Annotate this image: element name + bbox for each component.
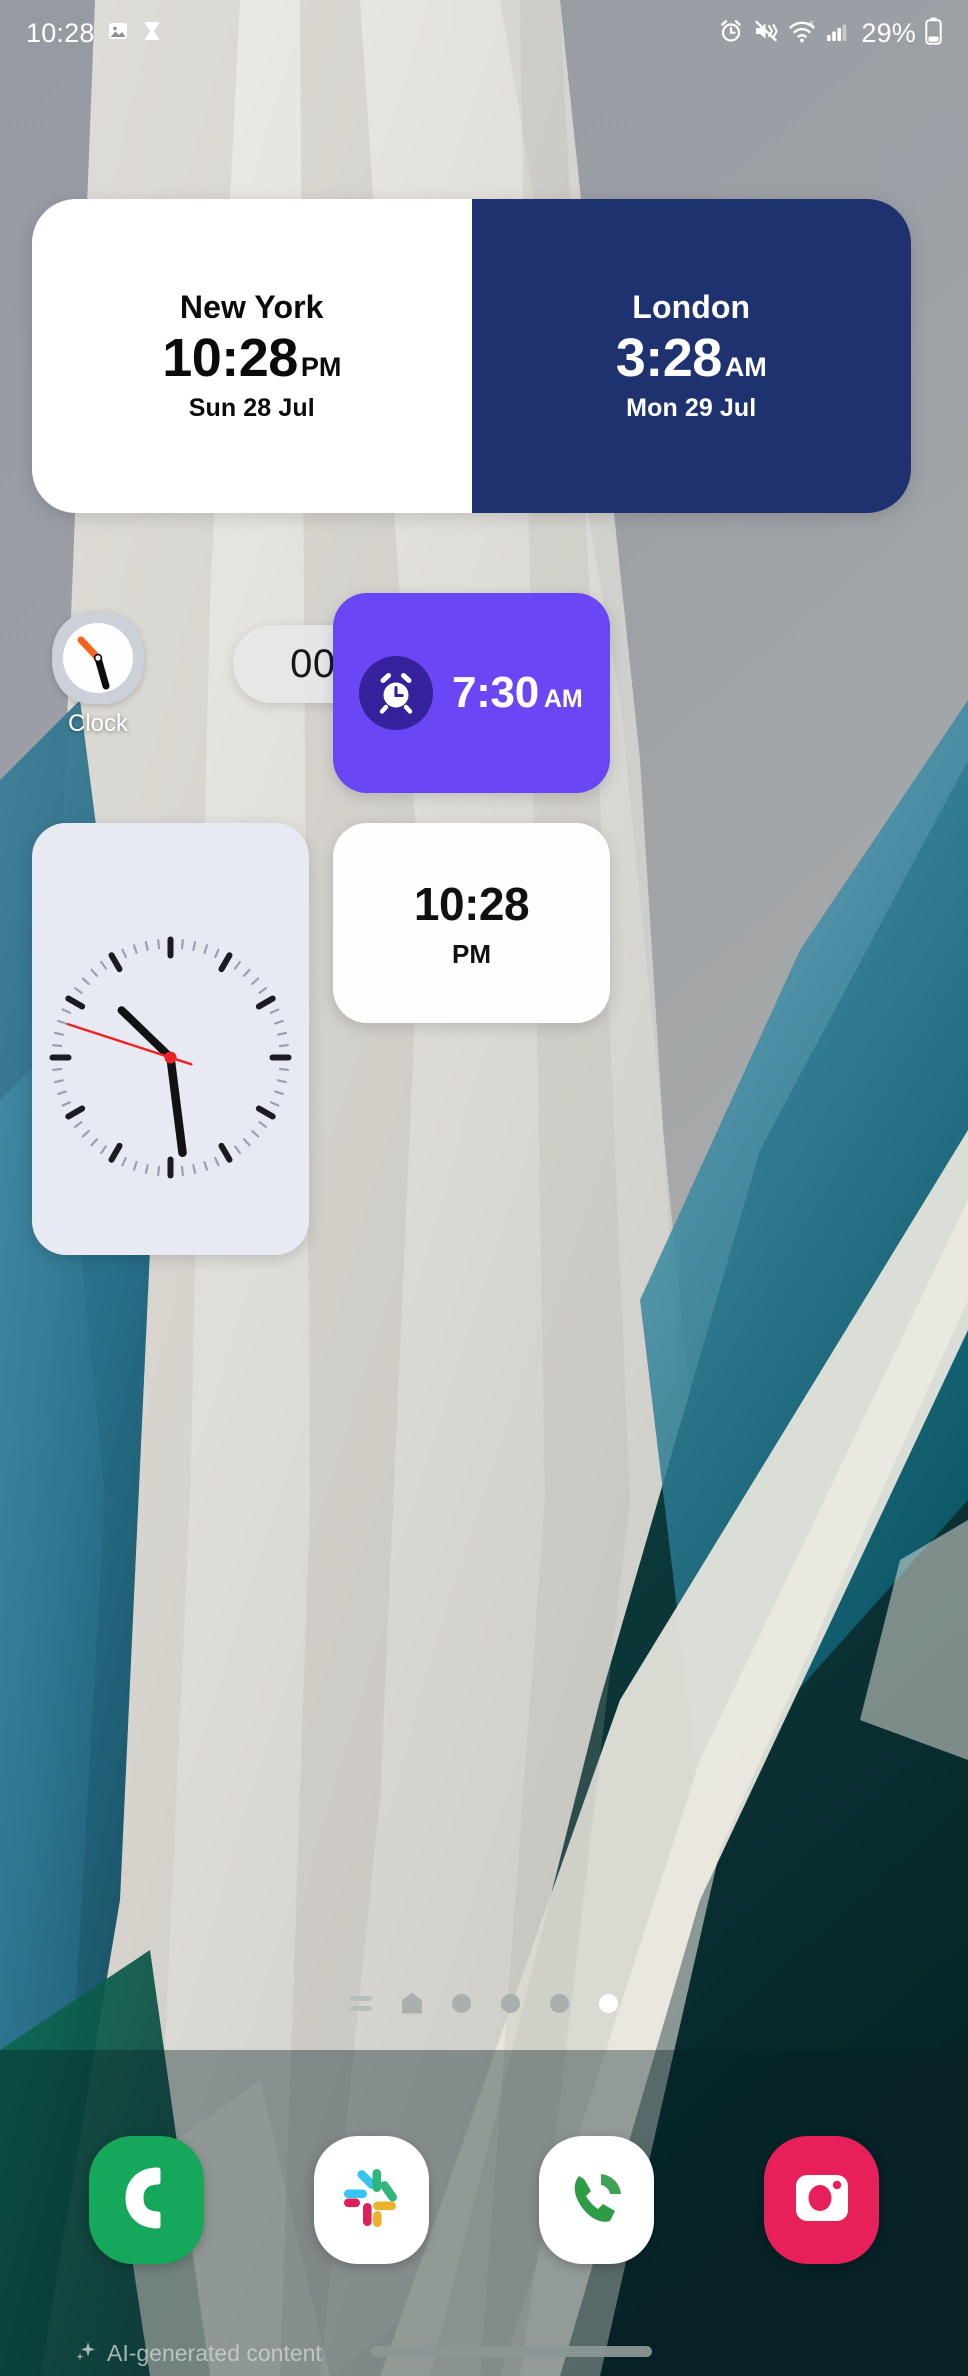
world-clock-time: 10:28 xyxy=(162,328,298,388)
digital-clock-meridiem: PM xyxy=(452,938,491,969)
world-clock-date: Mon 29 Jul xyxy=(626,394,757,422)
clock-icon xyxy=(52,612,144,704)
page-dot[interactable] xyxy=(501,1993,520,2013)
dock-item-phone-dialer[interactable] xyxy=(89,2136,204,2264)
bottom-bar: AI-generated content xyxy=(0,2330,968,2376)
digital-clock-widget[interactable]: 10:28 PM xyxy=(333,823,610,1023)
camera-icon xyxy=(791,2167,853,2234)
sparkle-icon xyxy=(74,2339,98,2368)
alarm-icon xyxy=(718,18,744,49)
dock-item-slack[interactable] xyxy=(314,2136,429,2264)
battery-percent-label: 29% xyxy=(861,17,916,48)
world-clock-widget[interactable]: New York 10:28 PM Sun 28 Jul London 3:28… xyxy=(32,199,911,513)
world-clock-meridiem: PM xyxy=(300,352,342,382)
dock xyxy=(0,2125,968,2275)
wifi-icon: 6 xyxy=(788,18,816,49)
dock-item-camera[interactable] xyxy=(764,2136,879,2264)
alarm-time-row: 7:30 AM xyxy=(452,668,583,718)
status-bar: 10:28 6 29% xyxy=(0,0,968,66)
world-clock-city-label: New York xyxy=(179,289,324,325)
app-icon-clock[interactable]: Clock xyxy=(52,612,144,737)
world-clock-time: 3:28 xyxy=(615,328,723,388)
alarm-time: 7:30 xyxy=(452,668,539,717)
app-icon-label: Clock xyxy=(67,710,128,737)
home-page-icon[interactable] xyxy=(402,1992,422,2014)
world-clock-date: Sun 28 Jul xyxy=(188,394,315,422)
app-list-menu-icon[interactable] xyxy=(350,1995,372,2011)
alarm-clock-icon xyxy=(359,656,433,730)
cellular-signal-icon xyxy=(825,19,849,48)
hourglass-icon xyxy=(141,19,163,48)
world-clock-time-row: 3:28 AM xyxy=(616,331,767,385)
mute-vibrate-icon xyxy=(753,18,779,49)
image-icon xyxy=(106,19,130,48)
analog-clock-face xyxy=(49,936,292,1179)
phone-call-icon xyxy=(565,2166,629,2235)
status-bar-clock: 10:28 xyxy=(26,17,95,48)
battery-icon xyxy=(925,17,942,50)
page-dot[interactable] xyxy=(452,1993,471,2013)
world-clock-time-row: 10:28 PM xyxy=(162,331,341,385)
ai-generated-content-notice: AI-generated content xyxy=(74,2339,322,2368)
status-bar-right: 6 29% xyxy=(718,17,942,50)
digital-clock-time: 10:28 xyxy=(413,877,530,930)
analog-clock-widget[interactable] xyxy=(32,823,309,1255)
page-indicator xyxy=(0,1985,968,2021)
svg-text:6: 6 xyxy=(809,20,814,29)
world-clock-meridiem: AM xyxy=(724,352,767,382)
phone-handset-icon xyxy=(118,2164,176,2237)
ai-generated-content-label: AI-generated content xyxy=(107,2339,322,2366)
alarm-meridiem: AM xyxy=(543,685,583,713)
world-clock-pane-new-york[interactable]: New York 10:28 PM Sun 28 Jul xyxy=(32,199,472,513)
status-bar-left: 10:28 xyxy=(26,18,163,49)
world-clock-pane-london[interactable]: London 3:28 AM Mon 29 Jul xyxy=(471,199,911,513)
alarm-widget[interactable]: 7:30 AM xyxy=(333,593,610,793)
gesture-home-bar[interactable] xyxy=(370,2346,652,2357)
world-clock-city-label: London xyxy=(632,289,751,325)
slack-icon xyxy=(339,2165,405,2236)
dock-item-contacts-call[interactable] xyxy=(539,2136,654,2264)
page-dot-active[interactable] xyxy=(599,1993,618,2013)
page-dot[interactable] xyxy=(550,1993,569,2013)
